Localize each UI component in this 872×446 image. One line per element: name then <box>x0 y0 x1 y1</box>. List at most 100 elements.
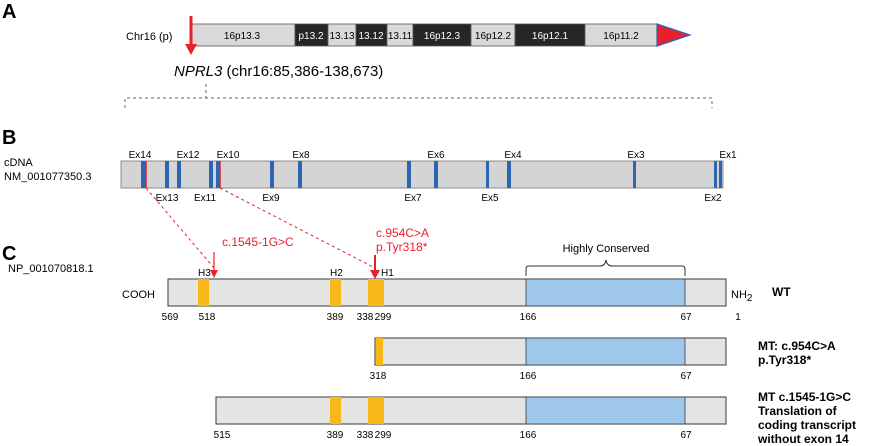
mt1-label-1: MT: c.954C>A <box>758 339 836 353</box>
cdna-label: cDNA <box>4 157 33 169</box>
band-1-label: p13.2 <box>298 31 323 42</box>
mt1-pos-318: 318 <box>370 371 387 382</box>
exon-label-ex6: Ex6 <box>427 150 445 161</box>
centromere-arrow <box>656 23 692 47</box>
gene-name: NPRL3 <box>174 63 223 80</box>
exon-label-ex12: Ex12 <box>177 150 200 161</box>
wt-helix-h2 <box>330 279 341 306</box>
panel-b-letter: B <box>2 127 16 149</box>
mt2-helix-h2 <box>330 397 341 424</box>
exon-label-ex8: Ex8 <box>292 150 310 161</box>
nonsense-arrow <box>370 255 380 279</box>
chromosome-ideogram: 16p13.3 p13.2 13.13 13.12 13.11 16p12.3 … <box>189 23 692 47</box>
mt1-label-2: p.Tyr318* <box>758 353 811 367</box>
chromosome-label: Chr16 (p) <box>126 31 172 43</box>
exon-label-ex10: Ex10 <box>217 150 240 161</box>
wt-conserved-region <box>525 278 686 307</box>
splice-arrow <box>210 252 218 278</box>
mt2-pos-166: 166 <box>520 430 537 441</box>
wt-helix-h3 <box>198 279 209 306</box>
cdna-accession: NM_001077350.3 <box>4 171 91 183</box>
wt-pos-518: 518 <box>199 312 216 323</box>
panel-a-letter: A <box>2 1 16 23</box>
exon-label-ex5: Ex5 <box>481 193 499 204</box>
exon-1 <box>719 161 722 188</box>
exon-11 <box>209 161 213 188</box>
helix-label-h2: H2 <box>330 268 343 279</box>
band-5-label: 16p12.3 <box>424 31 461 42</box>
nh2-text: NH <box>731 289 747 301</box>
mt1-helix-h1-partial <box>376 338 383 365</box>
mt2-pos-299: 299 <box>375 430 392 441</box>
protein-accession: NP_001070818.1 <box>8 263 94 275</box>
mt2-protein <box>215 396 727 425</box>
wt-protein <box>167 278 727 307</box>
zoom-bracket <box>124 97 713 108</box>
exon-label-ex2: Ex2 <box>704 193 722 204</box>
wt-pos-299: 299 <box>375 312 392 323</box>
mt2-pos-389: 389 <box>327 430 344 441</box>
mt1-pos-166: 166 <box>520 371 537 382</box>
cooh-label: COOH <box>122 289 155 301</box>
exon-label-ex7: Ex7 <box>404 193 422 204</box>
gene-title: NPRL3 (chr16:85,386-138,673) <box>174 63 383 80</box>
band-6-label: 16p12.2 <box>475 31 512 42</box>
exon-label-ex11: Ex11 <box>194 193 216 204</box>
mutation-nonsense-label-1: c.954C>A <box>376 226 429 240</box>
mt1-pos-67: 67 <box>680 371 692 382</box>
conserved-brace <box>525 259 686 276</box>
mutation-nonsense-label-2: p.Tyr318* <box>376 240 428 254</box>
nh2-label: NH2 <box>731 289 753 304</box>
mt2-label-3: coding transcript <box>758 418 856 432</box>
exon-12 <box>177 161 181 188</box>
mt1-conserved-region <box>525 337 686 366</box>
wt-positions: 569 518 389 338 299 166 67 1 <box>162 312 742 323</box>
helix-label-h3: H3 <box>198 268 211 279</box>
mt2-label-1: MT c.1545-1G>C <box>758 390 851 404</box>
exon-6 <box>434 161 438 188</box>
exon-label-ex9: Ex9 <box>262 193 280 204</box>
mt2-label-2: Translation of <box>758 404 838 418</box>
helix-label-h1: H1 <box>381 268 394 279</box>
mt2-helix-h1 <box>368 397 384 424</box>
conserved-label: Highly Conserved <box>563 243 650 255</box>
mt2-positions: 515 389 338 299 166 67 <box>214 430 692 441</box>
wt-helix-h1 <box>368 279 384 306</box>
band-0-label: 16p13.3 <box>224 31 261 42</box>
band-7-label: 16p12.1 <box>532 31 569 42</box>
mutation-splice-label: c.1545-1G>C <box>222 235 294 249</box>
mt2-pos-338: 338 <box>357 430 374 441</box>
exon-8 <box>298 161 302 188</box>
wt-pos-338: 338 <box>357 312 374 323</box>
exon-5 <box>486 161 489 188</box>
wt-pos-569: 569 <box>162 312 179 323</box>
exon-3 <box>633 161 636 188</box>
band-3-label: 13.12 <box>358 31 383 42</box>
wt-label: WT <box>772 285 791 299</box>
mt1-protein <box>374 337 727 366</box>
nprl3-figure: A Chr16 (p) 16p13.3 p13.2 13.13 13.12 13… <box>2 1 856 446</box>
band-2-label: 13.13 <box>329 31 354 42</box>
exon-9 <box>270 161 274 188</box>
exon-label-ex14: Ex14 <box>129 150 152 161</box>
exon-13 <box>165 161 169 188</box>
wt-pos-166: 166 <box>520 312 537 323</box>
band-4-label: 13.11 <box>388 31 413 42</box>
mt1-positions: 318 166 67 <box>370 371 692 382</box>
mt2-conserved-region <box>525 396 686 425</box>
mapping-line-nonsense <box>219 187 376 269</box>
band-8-label: 16p11.2 <box>603 31 639 42</box>
exon-label-ex1: Ex1 <box>719 150 737 161</box>
exon-label-ex13: Ex13 <box>156 193 179 204</box>
exon-label-ex4: Ex4 <box>504 150 522 161</box>
wt-pos-389: 389 <box>327 312 344 323</box>
exon-label-ex3: Ex3 <box>627 150 645 161</box>
panel-c-letter: C <box>2 243 16 265</box>
exon-7 <box>407 161 411 188</box>
exon-4 <box>507 161 511 188</box>
nh2-subscript: 2 <box>747 293 753 304</box>
wt-pos-1: 1 <box>735 312 741 323</box>
mt2-pos-67: 67 <box>680 430 692 441</box>
wt-pos-67: 67 <box>680 312 692 323</box>
mt2-pos-515: 515 <box>214 430 231 441</box>
